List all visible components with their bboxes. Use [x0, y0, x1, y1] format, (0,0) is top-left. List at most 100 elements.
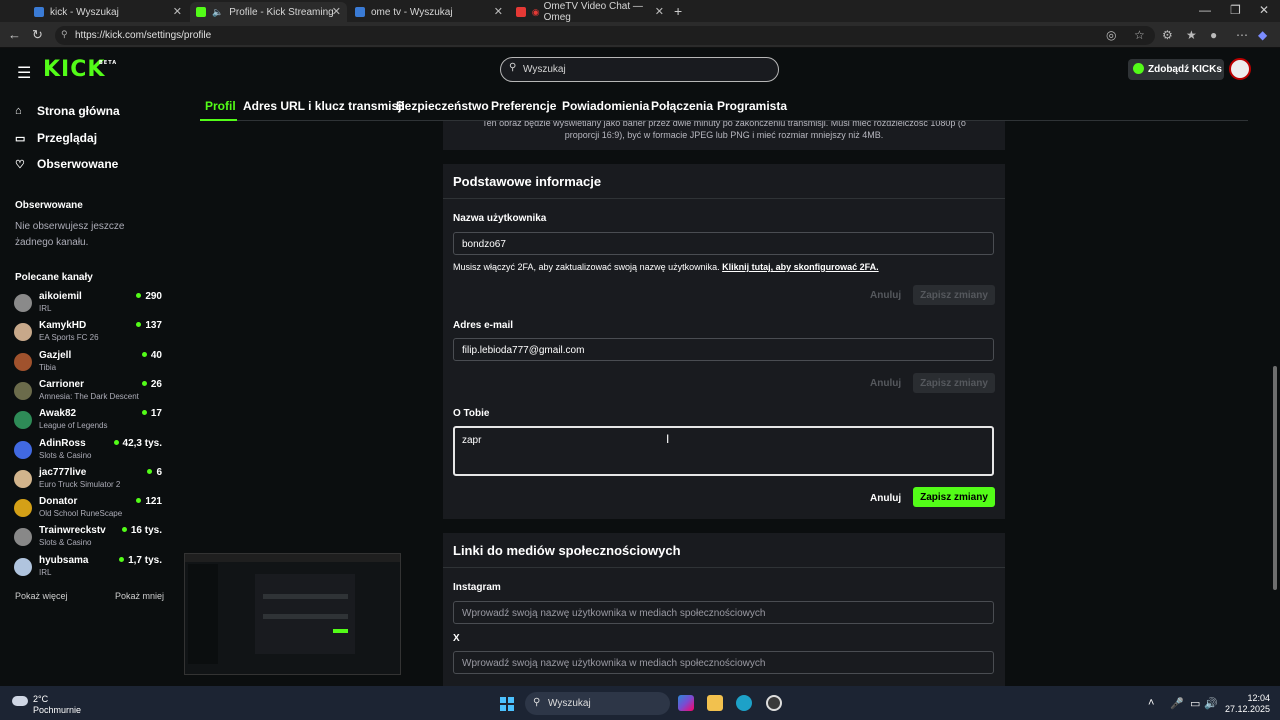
followed-empty-text: Nie obserwujesz jeszcze żadnego kanału.	[15, 221, 125, 248]
weather-widget[interactable]: 2°C Pochmurnie	[12, 694, 81, 716]
favorite-star-icon[interactable]: ☆	[1134, 28, 1145, 42]
more-options-icon[interactable]: ⋯	[1236, 28, 1248, 42]
tab-ome-search[interactable]: ome tv - Wyszukaj ✕	[349, 2, 509, 22]
tab-developer[interactable]: Programista	[717, 99, 787, 113]
taskbar-search[interactable]: ⚲ Wyszukaj	[525, 692, 670, 715]
get-kicks-button[interactable]: Zdobądź KICKs	[1128, 59, 1224, 80]
favorites-icon[interactable]: ★	[1186, 28, 1197, 42]
tab-notifications[interactable]: Powiadomienia	[562, 99, 649, 113]
close-window-icon[interactable]: ✕	[1259, 3, 1269, 17]
channel-name: Carrioner	[39, 379, 85, 390]
username-label: Nazwa użytkownika	[453, 213, 547, 224]
viewer-count: 17	[141, 408, 162, 419]
pip-preview[interactable]	[184, 553, 401, 675]
tab-kick-search[interactable]: kick - Wyszukaj ✕	[28, 2, 188, 22]
scrollbar-thumb[interactable]	[1273, 366, 1277, 590]
tray-chevron-icon[interactable]: ˄	[1148, 697, 1154, 709]
recommended-channel[interactable]: jac777live Euro Truck Simulator 2 6	[14, 467, 164, 495]
card-divider	[443, 198, 1005, 199]
configure-2fa-link[interactable]: Kliknij tutaj, aby skonfigurować 2FA.	[722, 262, 879, 272]
live-dot-icon	[141, 410, 147, 415]
site-info-icon[interactable]: ⚲	[61, 29, 68, 40]
channel-avatar	[14, 323, 32, 341]
obs-icon[interactable]	[766, 695, 782, 711]
tab-profile[interactable]: Profil	[205, 99, 236, 113]
copilot-taskbar-icon[interactable]	[678, 695, 694, 711]
url-field[interactable]: ⚲ https://kick.com/settings/profile	[55, 26, 1155, 45]
email-field[interactable]: filip.lebioda777@gmail.com	[453, 338, 994, 361]
channel-avatar	[14, 294, 32, 312]
recommended-channel[interactable]: Trainwreckstv Slots & Casino 16 tys.	[14, 525, 164, 553]
copilot-icon[interactable]: ◆	[1258, 28, 1267, 42]
recommended-channel[interactable]: Gazjell Tibia 40	[14, 350, 164, 378]
maximize-icon[interactable]: ❐	[1230, 3, 1241, 17]
channel-name: KamykHD	[39, 320, 87, 331]
recommended-channel[interactable]: Awak82 League of Legends 17	[14, 408, 164, 436]
back-icon[interactable]: ←	[8, 27, 21, 42]
recommended-channel[interactable]: Carrioner Amnesia: The Dark Descent 26	[14, 379, 164, 407]
bio-save-button[interactable]: Zapisz zmiany	[913, 487, 995, 507]
recommended-channel[interactable]: AdinRoss Slots & Casino 42,3 tys.	[14, 438, 164, 466]
menu-icon[interactable]: ☰	[17, 63, 31, 83]
tab-security[interactable]: Bezpieczeństwo	[396, 99, 489, 113]
taskbar-clock[interactable]: 12:04 27.12.2025	[1224, 693, 1270, 715]
username-save-button[interactable]: Zapisz zmiany	[913, 285, 995, 305]
minimize-icon[interactable]: —	[1199, 3, 1211, 17]
show-less-link[interactable]: Pokaż mniej	[115, 591, 164, 601]
edge-icon[interactable]	[736, 695, 752, 711]
microphone-icon[interactable]: 🎤	[1170, 697, 1184, 710]
channel-category: Amnesia: The Dark Descent	[39, 392, 139, 401]
search-input[interactable]: ⚲ Wyszukaj	[500, 57, 779, 82]
tab-connections[interactable]: Połączenia	[651, 99, 713, 113]
channel-category: Old School RuneScape	[39, 509, 123, 518]
new-tab-button[interactable]: +	[674, 3, 682, 19]
email-cancel-button[interactable]: Anuluj	[870, 378, 901, 389]
instagram-field[interactable]: Wprowadź swoją nazwę użytkownika w media…	[453, 601, 994, 624]
profile-icon[interactable]: ●	[1210, 28, 1217, 42]
refresh-icon[interactable]: ↻	[32, 27, 43, 43]
username-field[interactable]: bondzo67	[453, 232, 994, 255]
file-explorer-icon[interactable]	[707, 695, 723, 711]
banner-description: Ten obraz będzie wyświetlany jako baner …	[482, 121, 966, 140]
windows-start-icon[interactable]	[500, 697, 514, 711]
sidebar-item-home[interactable]: ⌂ Strona główna	[15, 104, 120, 118]
username-cancel-button[interactable]: Anuluj	[870, 290, 901, 301]
viewer-count: 6	[147, 467, 162, 478]
live-dot-icon	[119, 557, 125, 562]
tab-ometv[interactable]: ◉ OmeTV Video Chat — Omeg ✕	[510, 1, 670, 23]
tab-kick-profile[interactable]: 🔈 Profile - Kick Streaming ✕	[190, 2, 347, 22]
recommended-channel[interactable]: KamykHD EA Sports FC 26 137	[14, 320, 164, 348]
x-field[interactable]: Wprowadź swoją nazwę użytkownika w media…	[453, 651, 994, 674]
social-links-title: Linki do mediów społecznościowych	[453, 543, 681, 558]
channel-category: League of Legends	[39, 421, 108, 430]
show-more-link[interactable]: Pokaż więcej	[15, 591, 68, 601]
email-save-button[interactable]: Zapisz zmiany	[913, 373, 995, 393]
read-mode-icon[interactable]: ◎	[1106, 28, 1116, 42]
channel-name: hyubsama	[39, 555, 89, 566]
close-tab-icon[interactable]: ✕	[494, 5, 503, 18]
browse-icon: ▭	[15, 132, 26, 145]
tab-stream-url-key[interactable]: Adres URL i klucz transmisji	[243, 99, 405, 113]
sidebar-item-browse[interactable]: ▭ Przeglądaj	[15, 131, 97, 145]
kick-logo[interactable]: KICK BETA	[43, 57, 116, 82]
display-icon[interactable]: ▭	[1190, 697, 1200, 710]
volume-icon[interactable]: 🔊	[1204, 697, 1218, 710]
recommended-channel[interactable]: aikoiemil IRL 290	[14, 291, 164, 319]
bio-textarea[interactable]: zapr	[453, 426, 994, 476]
bio-cancel-button[interactable]: Anuluj	[870, 493, 901, 504]
close-tab-icon[interactable]: ✕	[332, 5, 341, 18]
channel-category: IRL	[39, 568, 52, 577]
speaker-icon[interactable]: 🔈	[212, 7, 223, 18]
viewer-count: 26	[141, 379, 162, 390]
recommended-channel[interactable]: Donator Old School RuneScape 121	[14, 496, 164, 524]
user-avatar[interactable]	[1229, 58, 1251, 80]
viewer-count: 121	[136, 496, 162, 507]
sidebar-item-following[interactable]: ♡ Obserwowane	[15, 157, 118, 171]
recommended-channel[interactable]: hyubsama IRL 1,7 tys.	[14, 555, 164, 583]
record-icon: ◉	[531, 6, 540, 17]
close-tab-icon[interactable]: ✕	[173, 5, 182, 18]
extensions-icon[interactable]: ⚙	[1162, 28, 1173, 42]
tab-preferences[interactable]: Preferencje	[491, 99, 556, 113]
2fa-note: Musisz włączyć 2FA, aby zaktualizować sw…	[453, 262, 879, 272]
close-tab-icon[interactable]: ✕	[655, 5, 664, 18]
